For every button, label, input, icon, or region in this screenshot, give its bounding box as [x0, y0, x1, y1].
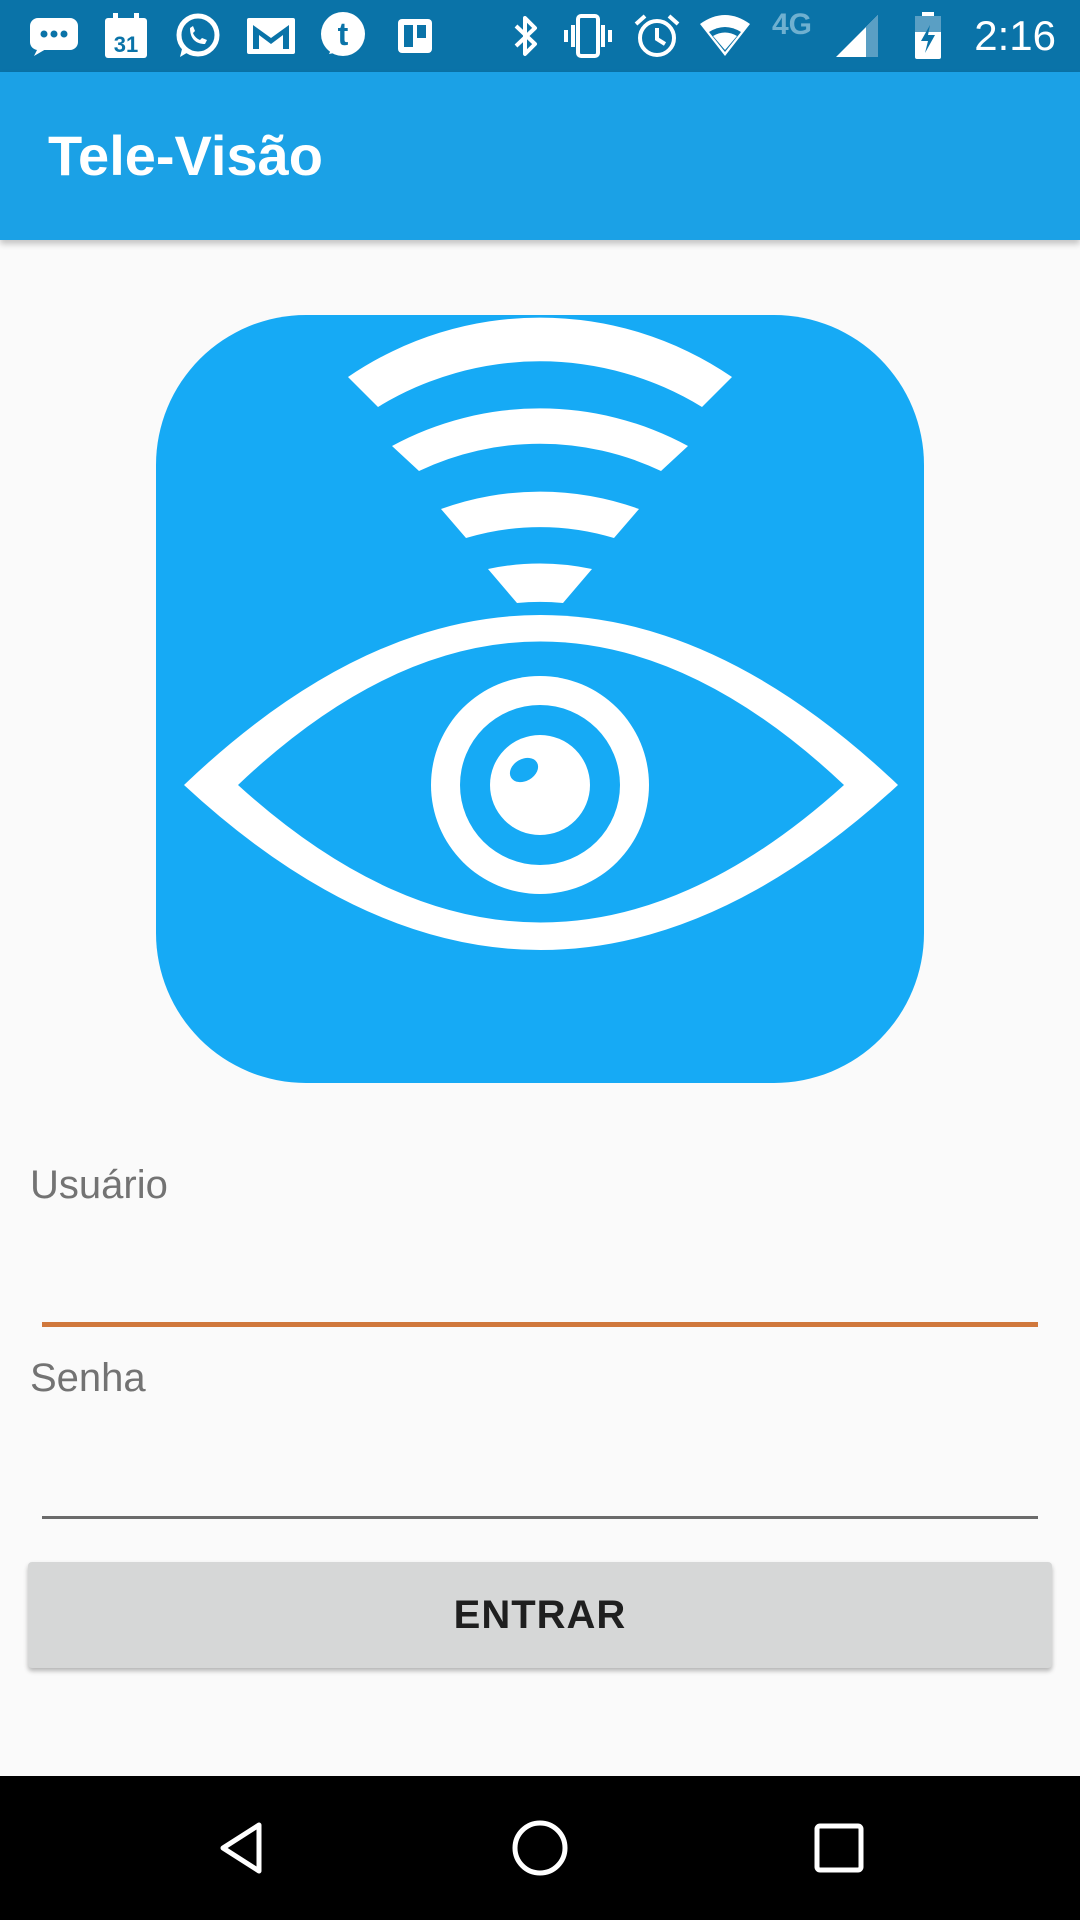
username-underline [42, 1322, 1038, 1327]
home-icon[interactable] [460, 1776, 620, 1920]
navigation-bar [0, 1776, 1080, 1920]
login-button[interactable]: ENTRAR [28, 1562, 1052, 1668]
recents-icon[interactable] [759, 1776, 919, 1920]
gmail-icon [244, 10, 298, 62]
vibrate-icon [560, 10, 616, 62]
messages-icon [26, 10, 82, 62]
app-title: Tele-Visão [48, 124, 323, 187]
username-label: Usuário [30, 1163, 168, 1207]
status-bar: 31 t 4G 2:16 [0, 0, 1080, 72]
svg-text:31: 31 [114, 32, 138, 57]
alarm-icon [630, 10, 684, 62]
tumblr-icon: t [316, 10, 370, 62]
back-icon[interactable] [161, 1776, 321, 1920]
wifi-icon [698, 10, 752, 62]
calendar-icon: 31 [102, 10, 150, 62]
whatsapp-icon [170, 10, 224, 62]
bluetooth-icon [506, 10, 546, 62]
screen: 31 t 4G 2:16 Tele-Visão Usuário Senha EN… [0, 0, 1080, 1920]
password-underline [42, 1516, 1038, 1519]
app-bar: Tele-Visão [0, 72, 1080, 240]
password-label: Senha [30, 1356, 146, 1400]
network-type-label: 4G [772, 8, 813, 41]
svg-text:t: t [338, 16, 349, 52]
password-input[interactable] [42, 1455, 1038, 1515]
trello-icon [392, 10, 438, 62]
battery-charging-icon [910, 10, 946, 62]
clock-time: 2:16 [974, 12, 1056, 59]
eye-wifi-logo-icon [156, 315, 924, 1083]
username-input[interactable] [42, 1260, 1038, 1320]
signal-icon [834, 10, 880, 62]
